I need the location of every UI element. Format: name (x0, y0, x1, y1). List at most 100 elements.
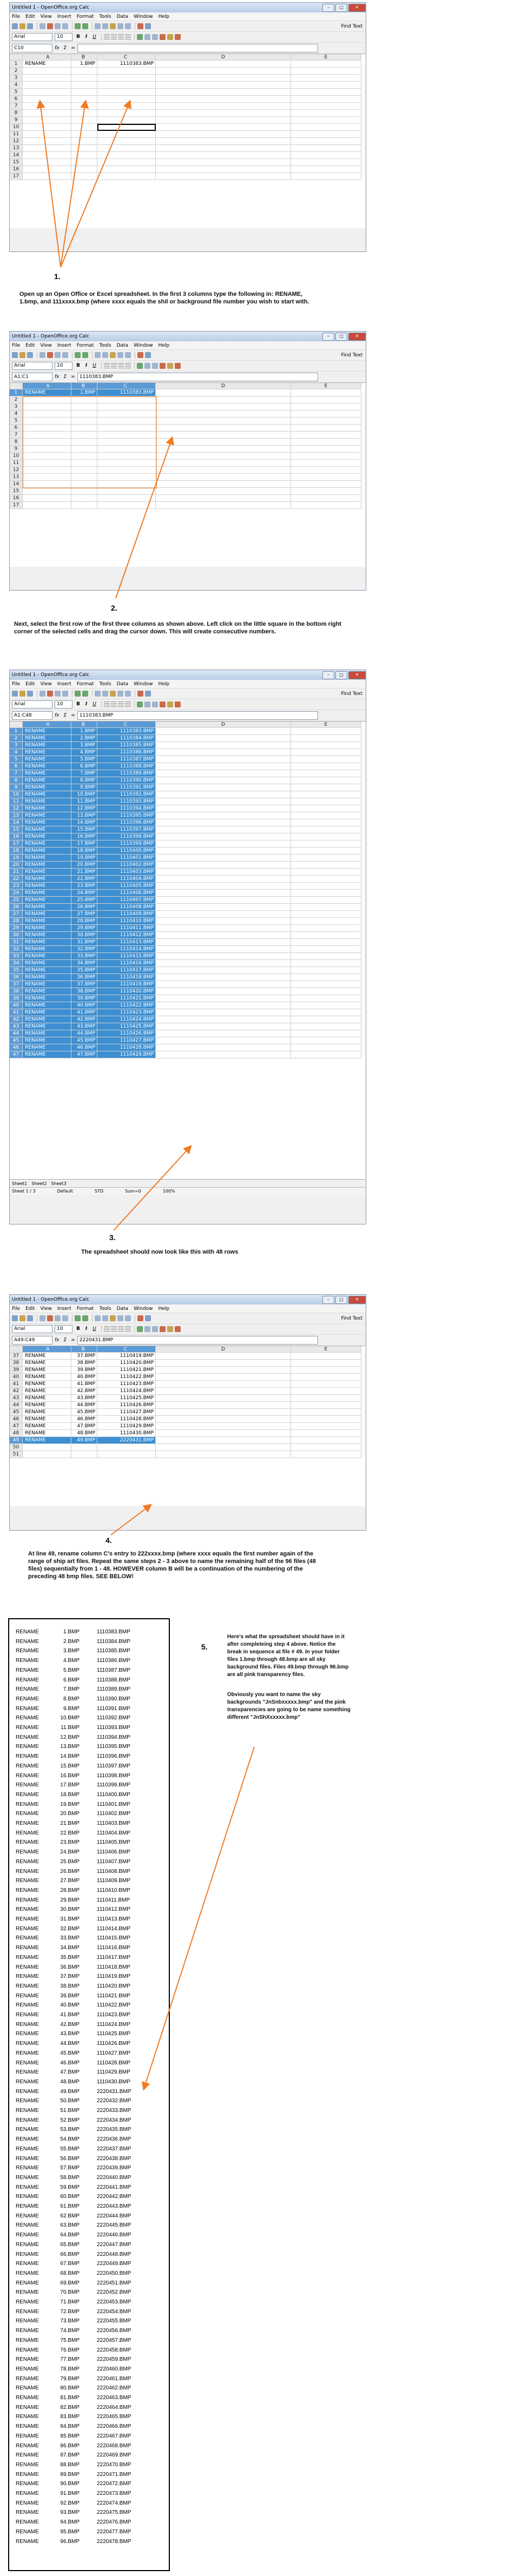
table-cell[interactable] (291, 932, 361, 939)
table-cell[interactable]: 1110383.BMP (97, 728, 156, 735)
currency-icon[interactable] (137, 701, 143, 707)
table-cell[interactable]: 38.BMP (71, 1360, 97, 1367)
table-cell[interactable] (156, 396, 291, 403)
row-header[interactable]: 30 (10, 932, 23, 939)
row-header[interactable]: 41 (10, 1009, 23, 1016)
border-icon[interactable] (160, 701, 166, 707)
column-header[interactable]: B (71, 1346, 97, 1353)
table-cell[interactable] (291, 1016, 361, 1023)
table-cell[interactable]: 1110424.BMP (97, 1388, 156, 1395)
column-header[interactable]: D (156, 54, 291, 61)
table-cell[interactable] (291, 474, 361, 481)
table-cell[interactable] (71, 138, 97, 145)
table-cell[interactable] (23, 460, 71, 467)
sort-icon[interactable] (145, 1315, 151, 1321)
table-cell[interactable]: RENAME (23, 1381, 71, 1388)
table-cell[interactable] (291, 883, 361, 890)
decimal-icon[interactable] (152, 363, 158, 369)
equals-icon[interactable]: = (71, 1337, 75, 1343)
row-header[interactable]: 17 (10, 173, 23, 180)
table-cell[interactable] (156, 124, 291, 131)
menu-window[interactable]: Window (134, 14, 153, 19)
align-center-icon[interactable] (111, 363, 117, 369)
row-header[interactable]: 44 (10, 1402, 23, 1409)
table-cell[interactable]: 1.BMP (71, 389, 97, 396)
table-cell[interactable] (291, 82, 361, 89)
table-cell[interactable] (23, 103, 71, 110)
table-cell[interactable]: 1110424.BMP (97, 1016, 156, 1023)
spreadsheet-grid[interactable]: A B C D E 1 RENAME 1.BMP 1110383.BMP 2 3 4 5 6 7 8 9 10 11… (10, 54, 366, 228)
bold-button[interactable]: B (75, 362, 82, 369)
formula-input[interactable]: 1110383.BMP (77, 711, 318, 720)
table-cell[interactable]: RENAME (23, 883, 71, 890)
table-cell[interactable] (156, 110, 291, 117)
row-header[interactable]: 20 (10, 862, 23, 869)
table-cell[interactable] (156, 1437, 291, 1444)
table-cell[interactable] (291, 1409, 361, 1416)
table-cell[interactable] (156, 791, 291, 798)
table-cell[interactable]: 1110404.BMP (97, 876, 156, 883)
table-cell[interactable] (291, 1388, 361, 1395)
table-cell[interactable] (156, 389, 291, 396)
table-cell[interactable] (23, 131, 71, 138)
table-cell[interactable] (291, 1381, 361, 1388)
row-header[interactable]: 10 (10, 453, 23, 460)
column-header[interactable]: B (71, 54, 97, 61)
table-cell[interactable] (291, 763, 361, 770)
table-cell[interactable]: RENAME (23, 1430, 71, 1437)
equals-icon[interactable]: = (71, 45, 75, 51)
table-cell[interactable]: 1110390.BMP (97, 777, 156, 784)
menu-tools[interactable]: Tools (99, 14, 111, 19)
table-cell[interactable]: 1110426.BMP (97, 1402, 156, 1409)
row-header[interactable]: 2 (10, 396, 23, 403)
table-cell[interactable] (156, 82, 291, 89)
corner-cell[interactable] (10, 383, 23, 389)
row-header[interactable]: 47 (10, 1051, 23, 1058)
table-cell[interactable]: 1110386.BMP (97, 749, 156, 756)
table-cell[interactable]: RENAME (23, 918, 71, 925)
font-name-select[interactable]: Arial (12, 1325, 52, 1333)
italic-button[interactable]: I (83, 34, 90, 41)
table-cell[interactable] (291, 728, 361, 735)
table-cell[interactable] (291, 467, 361, 474)
font-name-select[interactable]: Arial (12, 700, 52, 708)
menu-data[interactable]: Data (117, 14, 129, 19)
table-cell[interactable] (71, 488, 97, 495)
table-cell[interactable]: RENAME (23, 1423, 71, 1430)
table-cell[interactable] (71, 453, 97, 460)
sum-icon[interactable]: Σ (64, 374, 67, 380)
table-cell[interactable] (291, 439, 361, 446)
table-cell[interactable] (97, 425, 156, 432)
table-cell[interactable]: 14.BMP (71, 819, 97, 826)
table-cell[interactable] (156, 446, 291, 453)
minimize-button[interactable]: – (322, 3, 334, 12)
table-cell[interactable] (291, 138, 361, 145)
table-cell[interactable] (23, 432, 71, 439)
table-cell[interactable] (97, 502, 156, 509)
row-header[interactable]: 2 (10, 735, 23, 742)
column-header[interactable]: B (71, 383, 97, 389)
row-header[interactable]: 49 (10, 1437, 23, 1444)
table-cell[interactable]: 1110393.BMP (97, 798, 156, 805)
maximize-button[interactable]: □ (335, 1295, 347, 1304)
edit-icon[interactable] (39, 352, 45, 358)
justify-icon[interactable] (125, 363, 131, 369)
row-header[interactable]: 23 (10, 883, 23, 890)
sum-icon[interactable]: Σ (64, 45, 67, 51)
table-cell[interactable] (71, 75, 97, 82)
column-header[interactable]: C (97, 383, 156, 389)
table-cell[interactable] (23, 82, 71, 89)
table-cell[interactable] (71, 495, 97, 502)
row-header[interactable]: 16 (10, 495, 23, 502)
table-cell[interactable] (156, 904, 291, 911)
table-cell[interactable]: 43.BMP (71, 1395, 97, 1402)
fontcolor-icon[interactable] (175, 363, 181, 369)
menu-view[interactable]: View (41, 14, 52, 19)
row-header[interactable]: 5 (10, 89, 23, 96)
row-header[interactable]: 10 (10, 124, 23, 131)
table-cell[interactable] (23, 173, 71, 180)
new-icon[interactable] (12, 691, 18, 697)
table-cell[interactable] (156, 439, 291, 446)
table-cell[interactable] (156, 855, 291, 862)
table-cell[interactable]: 1110412.BMP (97, 932, 156, 939)
